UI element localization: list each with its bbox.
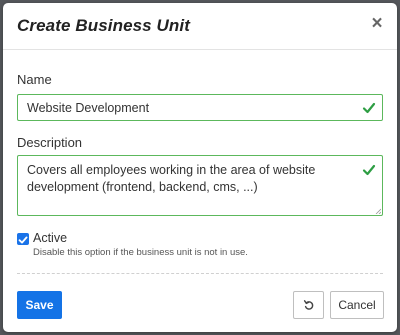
description-label: Description — [17, 135, 83, 150]
resize-handle-icon[interactable] — [375, 208, 381, 214]
dialog-title: Create Business Unit — [17, 16, 190, 35]
active-hint: Disable this option if the business unit… — [33, 247, 248, 258]
cancel-button[interactable]: Cancel — [330, 291, 384, 319]
save-button[interactable]: Save — [17, 291, 62, 319]
close-icon[interactable]: × — [369, 14, 385, 34]
active-label[interactable]: Active — [33, 231, 67, 245]
name-input[interactable]: Website Development — [17, 94, 383, 121]
valid-check-icon — [362, 102, 376, 114]
checkmark-icon — [18, 236, 28, 244]
name-input-value: Website Development — [27, 101, 150, 115]
dialog-header: Create Business Unit × — [3, 3, 397, 50]
create-business-unit-dialog: Create Business Unit × Name Website Deve… — [3, 3, 397, 332]
footer-divider — [17, 273, 383, 274]
reset-button[interactable] — [293, 291, 324, 319]
name-label: Name — [17, 72, 52, 87]
active-checkbox[interactable] — [17, 233, 29, 245]
valid-check-icon — [362, 164, 376, 176]
description-value: Covers all employees working in the area… — [27, 163, 316, 194]
undo-icon — [303, 300, 314, 310]
description-textarea[interactable]: Covers all employees working in the area… — [17, 155, 383, 216]
